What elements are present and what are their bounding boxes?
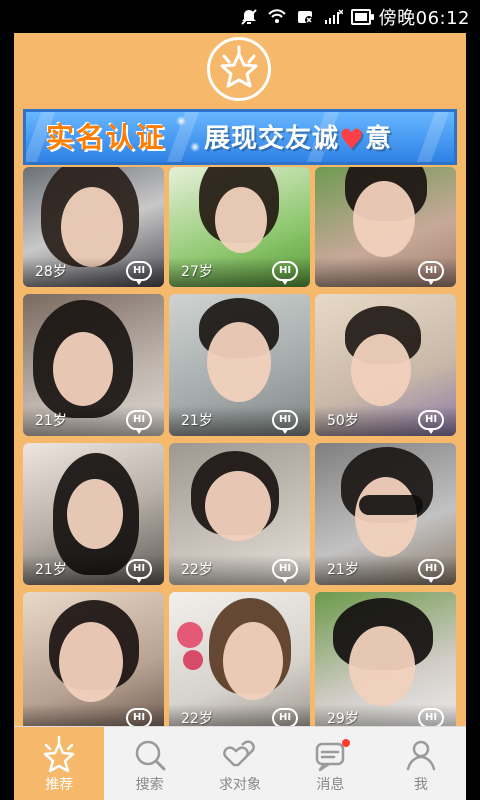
profile-card[interactable]: 21岁 HI (315, 443, 456, 585)
profile-card[interactable]: 50岁 HI (315, 294, 456, 436)
tab-messages[interactable]: 消息 (285, 727, 375, 800)
say-hi-button[interactable]: HI (272, 261, 298, 285)
profile-card[interactable]: 21岁 HI (23, 294, 164, 436)
tab-search[interactable]: 搜索 (104, 727, 194, 800)
profile-card[interactable]: 29岁 HI (315, 592, 456, 734)
profile-age: 22岁 (181, 562, 213, 578)
star-badge-icon (207, 37, 271, 101)
tab-label: 搜索 (135, 777, 164, 793)
profile-age: 21岁 (327, 562, 359, 578)
status-time: 傍晚06:12 (378, 8, 470, 29)
tab-find-partner[interactable]: 求对象 (195, 727, 285, 800)
say-hi-button[interactable]: HI (126, 559, 152, 583)
user-icon (401, 735, 441, 775)
profile-card[interactable]: HI (23, 592, 164, 734)
profile-card[interactable]: 22岁 HI (169, 592, 310, 734)
heart-icon: ♥ (339, 123, 366, 156)
header (14, 33, 466, 105)
say-hi-button[interactable]: HI (418, 410, 444, 434)
profile-grid: 28岁 HI 27岁 HI HI 21岁 HI 21岁 HI 50岁 HI 21… (23, 167, 457, 757)
sim-icon (295, 8, 315, 26)
profile-age: 50岁 (327, 413, 359, 429)
say-hi-button[interactable]: HI (126, 410, 152, 434)
profile-card[interactable]: 21岁 HI (169, 294, 310, 436)
tab-label: 求对象 (219, 777, 262, 793)
profile-card[interactable]: 28岁 HI (23, 167, 164, 287)
star-icon (39, 735, 79, 775)
verification-banner[interactable]: 实名认证 展现交友诚♥意 (23, 109, 457, 165)
profile-card[interactable]: 27岁 HI (169, 167, 310, 287)
tab-recommend[interactable]: 推荐 (14, 727, 105, 800)
say-hi-button[interactable]: HI (272, 410, 298, 434)
say-hi-button[interactable]: HI (126, 708, 152, 732)
banner-slogan: 展现交友诚♥意 (204, 121, 393, 156)
banner-verify-text: 实名认证 (46, 121, 167, 154)
profile-card[interactable]: HI (315, 167, 456, 287)
battery-icon (350, 8, 374, 26)
bottom-tab-bar: 推荐 搜索 求对象 消息 我 (14, 726, 466, 800)
mute-icon (239, 8, 259, 26)
say-hi-button[interactable]: HI (272, 559, 298, 583)
wifi-icon (267, 8, 287, 26)
tab-label: 我 (413, 777, 428, 793)
unread-badge (341, 739, 350, 747)
say-hi-button[interactable]: HI (418, 261, 444, 285)
tab-label: 消息 (316, 777, 345, 793)
say-hi-button[interactable]: HI (418, 559, 444, 583)
profile-card[interactable]: 21岁 HI (23, 443, 164, 585)
profile-age: 27岁 (181, 264, 213, 280)
profile-age: 21岁 (35, 413, 67, 429)
profile-age: 28岁 (35, 264, 67, 280)
search-icon (130, 735, 170, 775)
hearts-icon (220, 735, 260, 775)
status-bar: 傍晚06:12 (0, 0, 480, 33)
profile-age: 21岁 (181, 413, 213, 429)
tab-label: 推荐 (45, 777, 74, 793)
profile-card[interactable]: 22岁 HI (169, 443, 310, 585)
profile-age: 21岁 (35, 562, 67, 578)
banner-slogan-text-2: 意 (365, 124, 393, 154)
say-hi-button[interactable]: HI (418, 708, 444, 732)
app-screen: 实名认证 展现交友诚♥意 28岁 HI 27岁 HI HI 21岁 HI 21岁… (14, 33, 466, 800)
status-icons: 傍晚06:12 (239, 5, 470, 29)
signal-icon (323, 8, 343, 26)
tab-me[interactable]: 我 (376, 727, 466, 800)
say-hi-button[interactable]: HI (272, 708, 298, 732)
say-hi-button[interactable]: HI (126, 261, 152, 285)
banner-slogan-text-1: 展现交友诚 (204, 124, 340, 154)
